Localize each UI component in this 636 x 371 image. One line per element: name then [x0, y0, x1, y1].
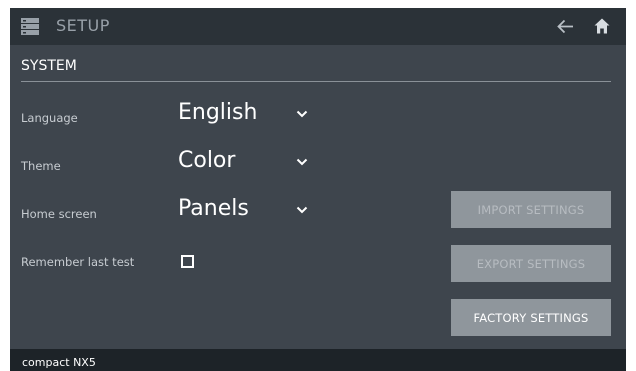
- theme-value: Color: [178, 148, 236, 173]
- storage-menu-icon[interactable]: [21, 18, 39, 35]
- chevron-down-icon: [296, 206, 308, 214]
- top-bar: SETUP: [10, 8, 626, 45]
- chevron-down-icon: [296, 110, 308, 118]
- import-settings-button[interactable]: IMPORT SETTINGS: [451, 191, 611, 228]
- home-icon[interactable]: [594, 18, 610, 34]
- chevron-down-icon: [296, 158, 308, 166]
- theme-label: Theme: [21, 159, 61, 173]
- arrow-left-icon[interactable]: [557, 19, 574, 34]
- section-title: SYSTEM: [21, 58, 77, 74]
- status-bar: compact NX5: [10, 349, 626, 371]
- remember-last-test-checkbox[interactable]: [181, 255, 194, 268]
- section-divider: [21, 81, 611, 82]
- home-screen-select[interactable]: Panels: [178, 196, 328, 226]
- setup-screen: SETUP SYSTEM Language English Theme Colo…: [10, 8, 626, 371]
- factory-settings-button[interactable]: FACTORY SETTINGS: [451, 299, 611, 336]
- export-settings-button[interactable]: EXPORT SETTINGS: [451, 245, 611, 282]
- page-title: SETUP: [56, 16, 110, 35]
- remember-last-test-label: Remember last test: [21, 255, 135, 269]
- home-screen-label: Home screen: [21, 207, 97, 221]
- home-screen-value: Panels: [178, 196, 249, 221]
- language-label: Language: [21, 111, 78, 125]
- theme-select[interactable]: Color: [178, 148, 328, 178]
- device-name: compact NX5: [22, 356, 96, 369]
- language-select[interactable]: English: [178, 100, 328, 130]
- language-value: English: [178, 100, 258, 125]
